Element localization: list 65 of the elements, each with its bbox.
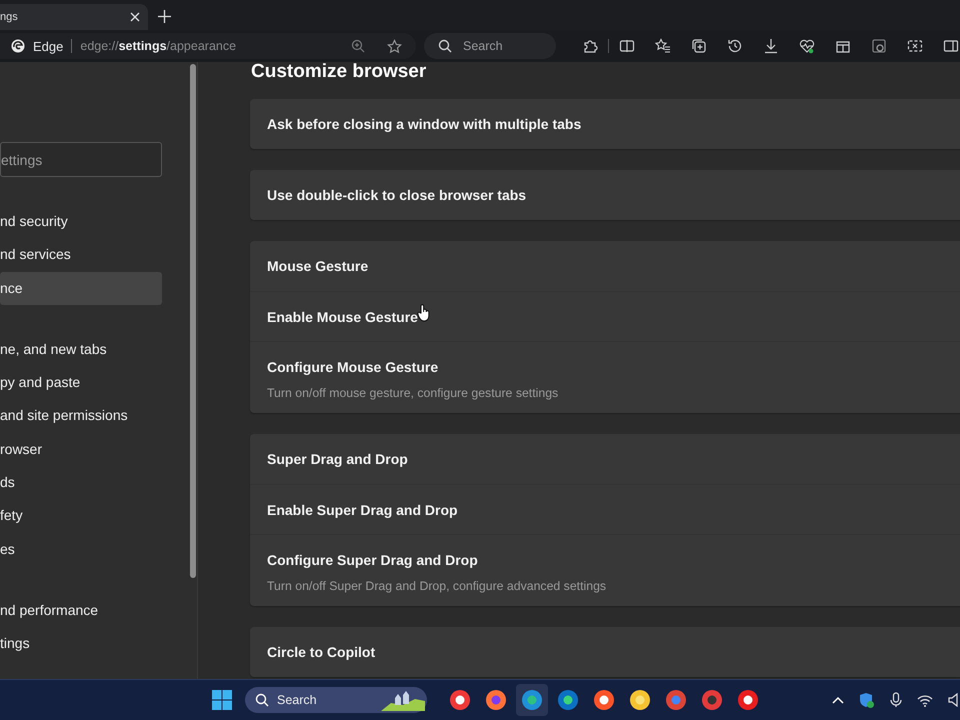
collections-icon[interactable] (691, 38, 707, 54)
nav-item[interactable]: tings (0, 627, 162, 661)
wifi-icon[interactable] (917, 694, 933, 706)
setting-title: Mouse Gesture (267, 258, 368, 274)
setting-title: Enable Super Drag and Drop (267, 502, 458, 518)
setting-title: Enable Mouse Gesture (267, 309, 418, 325)
shield-icon[interactable] (859, 692, 875, 708)
close-icon[interactable] (130, 12, 140, 22)
nav-item[interactable]: nd services (0, 238, 162, 272)
address-bar[interactable]: Edge edge://settings/appearance (0, 33, 416, 59)
new-tab-icon[interactable] (158, 10, 171, 23)
history-icon[interactable] (727, 38, 743, 54)
setting-title: Configure Mouse Gesture (267, 359, 438, 375)
screenshot-icon[interactable] (907, 38, 923, 54)
app-icon (521, 689, 543, 711)
setting-title: Use double-click to close browser tabs (267, 187, 526, 203)
page-title: Customize browser (251, 62, 428, 82)
setting-title: Circle to Copilot (267, 644, 376, 660)
site-label: Edge (33, 38, 64, 54)
taskbar-search[interactable]: Search (245, 687, 427, 713)
village-icon (381, 689, 425, 711)
puzzle-icon[interactable] (582, 38, 598, 54)
nav-item[interactable]: ds (0, 466, 162, 500)
url-text: edge://settings/appearance (80, 39, 238, 53)
app-icon (629, 689, 651, 711)
setting-title: Super Drag and Drop (267, 451, 408, 467)
nav-item[interactable]: fety (0, 499, 162, 533)
microphone-icon[interactable] (890, 692, 902, 708)
nav-item[interactable]: nce (0, 272, 162, 305)
app-icon (701, 689, 723, 711)
app-icon (485, 689, 507, 711)
chevron-up-icon[interactable] (832, 696, 844, 704)
app-icon (665, 689, 687, 711)
hand-cursor-icon (417, 304, 431, 322)
scrollbar-thumb[interactable] (190, 64, 196, 578)
nav-item[interactable]: ne, and new tabs (0, 332, 162, 366)
favorites-icon[interactable] (655, 38, 671, 54)
search-icon (255, 693, 269, 707)
app-icon (449, 689, 471, 711)
nav-item[interactable]: nd performance (0, 594, 162, 628)
zoom-icon[interactable] (351, 39, 365, 53)
nav-item[interactable]: and site permissions (0, 399, 162, 433)
setting-title: Ask before closing a window with multiple tabs (267, 116, 582, 132)
download-icon[interactable] (763, 38, 779, 54)
search-icon (438, 39, 452, 53)
search-field[interactable]: Search (424, 33, 556, 59)
sidebar-icon[interactable] (943, 38, 959, 54)
speaker-icon[interactable] (948, 693, 958, 707)
search-field[interactable]: ettings (0, 142, 162, 177)
nav-item[interactable]: es (0, 532, 162, 566)
setting-title: Configure Super Drag and Drop (267, 552, 478, 568)
split-screen-icon[interactable] (619, 38, 635, 54)
heart-pulse-icon[interactable] (799, 38, 815, 54)
edge-logo-icon (11, 39, 25, 53)
browser-tab[interactable]: ngs (0, 4, 148, 30)
nav-item[interactable]: nd security (0, 205, 162, 238)
star-icon[interactable] (387, 38, 402, 54)
nav-item[interactable]: rowser (0, 432, 162, 466)
nav-item[interactable]: py and paste (0, 366, 162, 400)
app-icon (737, 689, 759, 711)
app-icon (557, 689, 579, 711)
setting-description: Turn on/off mouse gesture, configure gesture settings (267, 386, 560, 402)
setting-description: Turn on/off Super Drag and Drop, configure advanced settings (267, 579, 608, 595)
start-icon[interactable] (212, 690, 232, 710)
app-icon (593, 689, 615, 711)
